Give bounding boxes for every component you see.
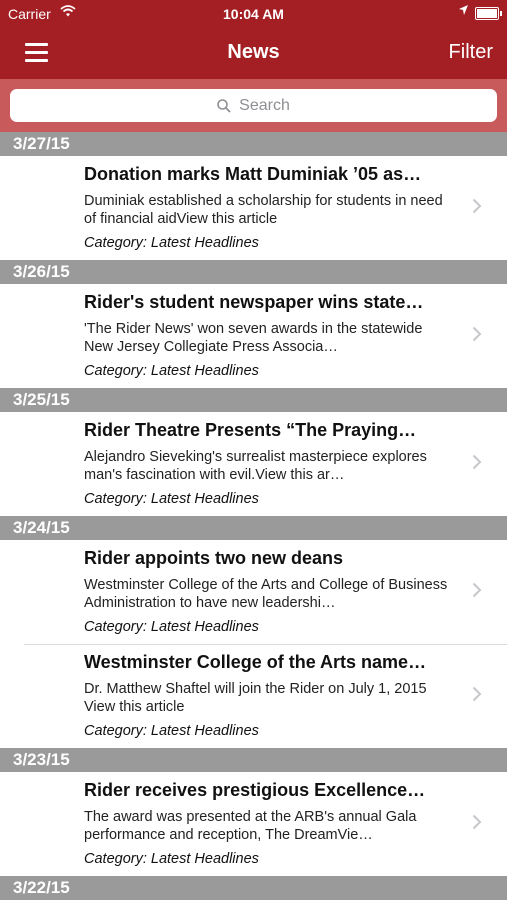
chevron-right-icon bbox=[472, 198, 482, 214]
article-category: Category: Latest Headlines bbox=[84, 491, 259, 507]
chevron-right-icon bbox=[472, 582, 482, 598]
article-category: Category: Latest Headlines bbox=[84, 619, 259, 635]
chevron-right-icon bbox=[472, 686, 482, 702]
news-list-item[interactable]: Rider's student newspaper wins state… 'Th… bbox=[0, 284, 507, 388]
article-category: Category: Latest Headlines bbox=[84, 851, 259, 867]
article-title: Rider's student newspaper wins state… bbox=[84, 292, 424, 312]
battery-icon bbox=[475, 7, 502, 20]
article-description: Westminster College of the Arts and Coll… bbox=[84, 577, 448, 611]
news-list-item[interactable]: Donation marks Matt Duminiak ’05 as… Dumi… bbox=[0, 156, 507, 260]
page-title: News bbox=[227, 41, 280, 63]
status-bar: Carrier 10:04 AM bbox=[0, 0, 507, 28]
chevron-right-icon bbox=[472, 814, 482, 830]
search-placeholder: Search bbox=[239, 96, 290, 114]
article-category: Category: Latest Headlines bbox=[84, 363, 259, 379]
section-header-date: 3/25/15 bbox=[0, 388, 507, 412]
section-header-date: 3/26/15 bbox=[0, 260, 507, 284]
article-description: 'The Rider News' won seven awards in the… bbox=[84, 321, 423, 355]
section-header-date: 3/24/15 bbox=[0, 516, 507, 540]
search-icon bbox=[217, 98, 231, 113]
navigation-bar: News Filter bbox=[0, 28, 507, 79]
article-description: Duminiak established a scholarship for s… bbox=[84, 193, 443, 227]
search-input[interactable]: Search bbox=[10, 89, 497, 122]
header: Carrier 10:04 AM News Filter bbox=[0, 0, 507, 79]
article-title: Rider receives prestigious Excellence… bbox=[84, 780, 426, 800]
news-list-item[interactable]: Rider appoints two new deans Westminster … bbox=[0, 540, 507, 644]
section-header-date: 3/22/15 bbox=[0, 876, 507, 900]
location-arrow-icon bbox=[459, 5, 468, 15]
news-list-item[interactable]: Westminster College of the Arts name… Dr.… bbox=[0, 644, 507, 748]
news-list-item[interactable]: Rider receives prestigious Excellence… Th… bbox=[0, 772, 507, 876]
status-time: 10:04 AM bbox=[223, 6, 284, 22]
article-title: Westminster College of the Arts name… bbox=[84, 652, 427, 672]
article-title: Rider appoints two new deans bbox=[84, 548, 344, 568]
article-description: Alejandro Sieveking's surrealist masterp… bbox=[84, 449, 427, 483]
filter-button[interactable]: Filter bbox=[449, 41, 493, 64]
article-description: Dr. Matthew Shaftel will join the Rider … bbox=[84, 681, 427, 715]
article-description: The award was presented at the ARB's ann… bbox=[84, 809, 417, 843]
search-bar: Search bbox=[0, 79, 507, 132]
chevron-right-icon bbox=[472, 326, 482, 342]
chevron-right-icon bbox=[472, 454, 482, 470]
section-header-date: 3/23/15 bbox=[0, 748, 507, 772]
section-header-date: 3/27/15 bbox=[0, 132, 507, 156]
article-category: Category: Latest Headlines bbox=[84, 723, 259, 739]
article-title: Donation marks Matt Duminiak ’05 as… bbox=[84, 164, 422, 184]
article-category: Category: Latest Headlines bbox=[84, 235, 259, 251]
news-list-item[interactable]: Rider Theatre Presents “The Praying… Alej… bbox=[0, 412, 507, 516]
news-list[interactable]: 3/27/15 Donation marks Matt Duminiak ’05 … bbox=[0, 132, 507, 900]
article-title: Rider Theatre Presents “The Praying… bbox=[84, 420, 417, 440]
